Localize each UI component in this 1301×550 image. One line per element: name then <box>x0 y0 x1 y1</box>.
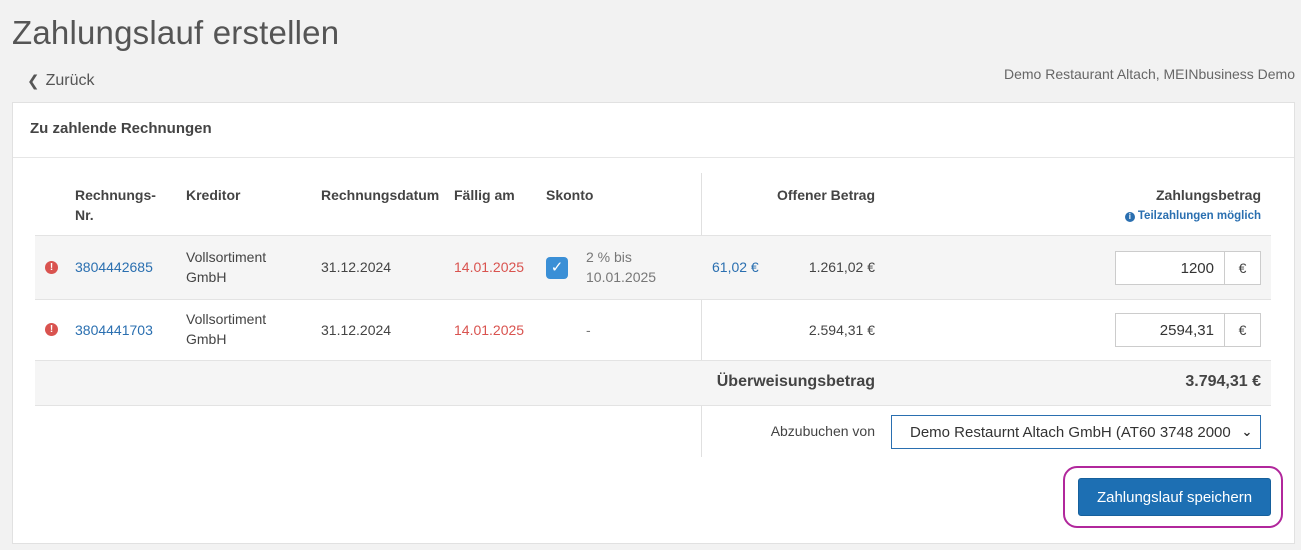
column-header-invoice-date: Rechnungsdatum <box>321 187 440 203</box>
discount-terms-line1: 2 % bis <box>586 249 632 265</box>
discount-terms: 2 % bis 10.01.2025 <box>586 247 656 287</box>
creditor-line2: GmbH <box>186 269 227 285</box>
currency-addon: € <box>1224 252 1260 284</box>
column-header-invoice-no: Rechnungs- Nr. <box>75 185 156 225</box>
payment-amount-input[interactable] <box>1116 252 1224 284</box>
discount-checkbox[interactable]: ✓ <box>546 257 568 279</box>
invoice-number-link[interactable]: 3804442685 <box>75 257 153 277</box>
info-icon: i <box>1124 212 1135 222</box>
invoice-date-cell: 31.12.2024 <box>321 322 392 338</box>
creditor-line2: GmbH <box>186 331 227 347</box>
due-date-cell: 14.01.2025 <box>454 259 525 275</box>
partial-payments-hint[interactable]: i Teilzahlungen möglich <box>1124 206 1261 226</box>
partial-payments-hint-label: Teilzahlungen möglich <box>1137 210 1261 222</box>
discount-terms-line2: 10.01.2025 <box>586 269 657 285</box>
transfer-total-label: Überweisungsbetrag <box>716 373 875 390</box>
column-header-invoice-no-line1: Rechnungs- <box>75 187 156 203</box>
save-payment-run-button[interactable]: Zahlungslauf speichern <box>1078 478 1271 516</box>
open-amount-cell: 2.594,31 € <box>808 322 875 338</box>
column-header-due-date: Fällig am <box>454 187 515 203</box>
column-header-invoice-no-line2: Nr. <box>75 207 94 223</box>
payment-amount-group: € <box>1115 251 1261 285</box>
creditor-cell: Vollsortiment GmbH <box>186 309 266 349</box>
column-header-discount: Skonto <box>546 187 594 203</box>
chevron-left-icon: ❮ <box>27 73 40 90</box>
company-name: Demo Restaurant Altach, MEINbusiness Dem… <box>1003 66 1295 82</box>
transfer-total-row: Überweisungsbetrag 3.794,31 € <box>35 360 1271 405</box>
column-header-creditor: Kreditor <box>186 187 241 203</box>
discount-terms: - <box>586 322 591 338</box>
back-link-label: Zurück <box>45 72 95 89</box>
invoice-number-link[interactable]: 3804441703 <box>75 320 153 340</box>
chevron-down-icon: ⌄ <box>1234 416 1260 448</box>
debit-account-select[interactable]: Demo Restaurnt Altach GmbH (AT60 3748 20… <box>891 415 1261 449</box>
invoice-date-cell: 31.12.2024 <box>321 259 392 275</box>
panel-title: Zu zahlende Rechnungen <box>13 103 1294 158</box>
discount-amount: 61,02 € <box>712 259 759 275</box>
warning-icon: ! <box>45 323 58 336</box>
payment-amount-input[interactable] <box>1116 314 1224 346</box>
creditor-cell: Vollsortiment GmbH <box>186 247 266 287</box>
creditor-line1: Vollsortiment <box>186 311 267 327</box>
debit-account-label: Abzubuchen von <box>770 423 875 439</box>
column-header-open-amount: Offener Betrag <box>777 187 876 203</box>
debit-account-row: Abzubuchen von Demo Restaurnt Altach Gmb… <box>35 405 1271 458</box>
currency-addon: € <box>1224 314 1260 346</box>
page-title: Zahlungslauf erstellen <box>12 14 340 51</box>
warning-icon: ! <box>45 261 58 274</box>
due-date-cell: 14.01.2025 <box>454 322 525 338</box>
payment-amount-group: € <box>1115 313 1261 347</box>
table-row: ! 3804441703 Vollsortiment GmbH 31.12.20… <box>35 299 1271 360</box>
open-amount-cell: 1.261,02 € <box>808 259 875 275</box>
transfer-total-amount: 3.794,31 € <box>1185 373 1261 390</box>
back-link[interactable]: ❮ Zurück <box>27 72 94 90</box>
table-row: ! 3804442685 Vollsortiment GmbH 31.12.20… <box>35 235 1271 299</box>
creditor-line1: Vollsortiment <box>186 249 267 265</box>
column-header-payment-amount: Zahlungsbetrag <box>1155 187 1261 203</box>
debit-account-value: Demo Restaurnt Altach GmbH (AT60 3748 20… <box>910 424 1260 441</box>
